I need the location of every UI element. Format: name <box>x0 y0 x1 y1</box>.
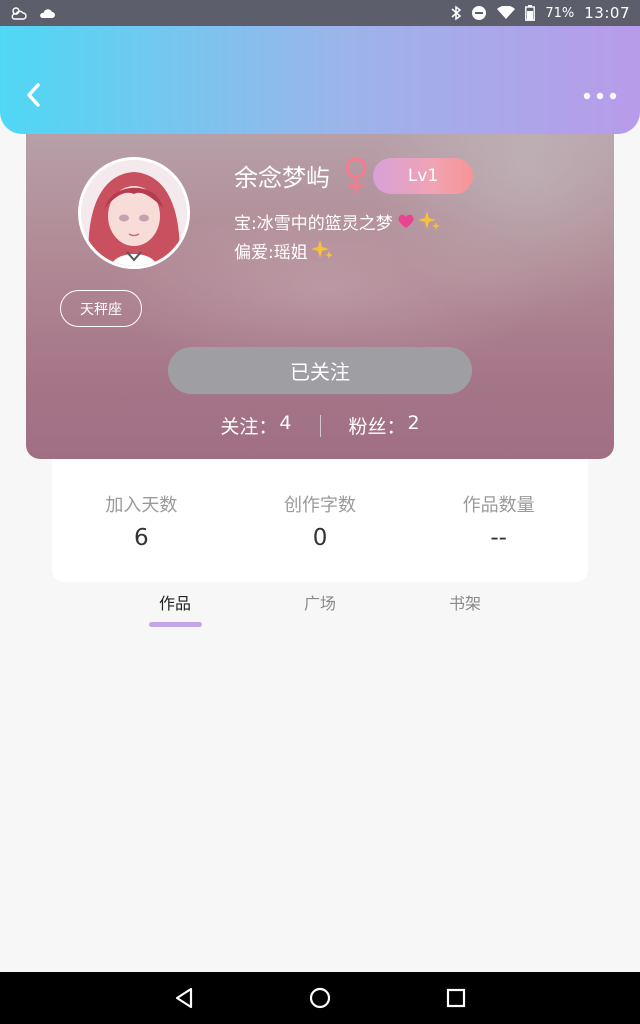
female-icon <box>342 156 370 200</box>
following-count[interactable]: 关注： 4 <box>220 412 291 439</box>
stats-divider <box>319 414 321 437</box>
nav-back-button[interactable] <box>168 982 200 1014</box>
constellation-tag: 天秤座 <box>60 290 142 327</box>
back-button[interactable] <box>18 78 48 112</box>
bio-line-2: 偏爱:瑶姐 <box>234 243 308 263</box>
nav-recents-button[interactable] <box>440 982 472 1014</box>
bluetooth-icon <box>451 5 462 21</box>
stat-value: -- <box>490 525 507 551</box>
battery-icon <box>525 5 536 21</box>
wifi-icon <box>497 6 516 20</box>
tab-square[interactable]: 广场 <box>280 586 360 614</box>
tab-indicator <box>149 622 202 627</box>
follow-stats: 关注： 4 粉丝： 2 <box>26 412 614 439</box>
following-label: 关注： <box>220 416 278 438</box>
stat-label: 作品数量 <box>462 495 535 516</box>
square-recents-icon <box>446 988 466 1008</box>
following-value: 4 <box>279 412 292 434</box>
tab-label: 作品 <box>158 594 191 613</box>
more-dots-icon <box>583 92 617 100</box>
weather-icon <box>10 5 28 21</box>
stat-label: 加入天数 <box>105 495 178 516</box>
more-button[interactable] <box>580 86 620 106</box>
stats-card: 加入天数 6 创作字数 0 作品数量 -- <box>52 459 588 582</box>
profile-card: 余念梦屿 Lv1 宝:冰雪中的篮灵之梦 偏爱:瑶姐 天秤座 已关注 关注： 4 <box>26 110 614 459</box>
stat-works-count: 作品数量 -- <box>409 459 588 582</box>
heart-icon <box>397 213 415 236</box>
system-nav-bar <box>0 972 640 1024</box>
stat-label: 创作字数 <box>284 495 356 516</box>
cloud-icon <box>38 6 56 20</box>
chevron-left-icon <box>27 83 40 107</box>
battery-percent: 71% <box>545 5 575 21</box>
fans-count[interactable]: 粉丝： 2 <box>349 412 420 439</box>
header-bar <box>0 26 640 134</box>
sparkles-icon <box>310 239 334 268</box>
avatar[interactable] <box>78 157 190 269</box>
username: 余念梦屿 <box>234 164 330 192</box>
tab-label: 广场 <box>303 594 336 613</box>
stat-join-days: 加入天数 6 <box>52 459 231 582</box>
nav-home-button[interactable] <box>304 982 336 1014</box>
clock: 13:07 <box>584 4 630 22</box>
sparkles-icon <box>417 210 441 239</box>
tab-works[interactable]: 作品 <box>135 586 215 627</box>
level-badge: Lv1 <box>373 158 473 194</box>
triangle-back-icon <box>175 987 193 1009</box>
fans-value: 2 <box>407 412 420 434</box>
bio: 宝:冰雪中的篮灵之梦 偏爱:瑶姐 <box>234 210 441 268</box>
circle-home-icon <box>309 987 331 1009</box>
stat-value: 6 <box>134 525 149 551</box>
dnd-icon <box>471 5 487 21</box>
bio-line-1: 宝:冰雪中的篮灵之梦 <box>234 214 393 234</box>
status-bar: 71% 13:07 <box>0 0 640 26</box>
fans-label: 粉丝： <box>348 416 406 438</box>
tab-label: 书架 <box>448 594 481 613</box>
stat-value: 0 <box>312 525 328 551</box>
stat-word-count: 创作字数 0 <box>231 459 410 582</box>
tab-bar: 作品 广场 书架 <box>0 586 640 632</box>
tab-bookshelf[interactable]: 书架 <box>425 586 505 614</box>
follow-button[interactable]: 已关注 <box>168 347 472 394</box>
